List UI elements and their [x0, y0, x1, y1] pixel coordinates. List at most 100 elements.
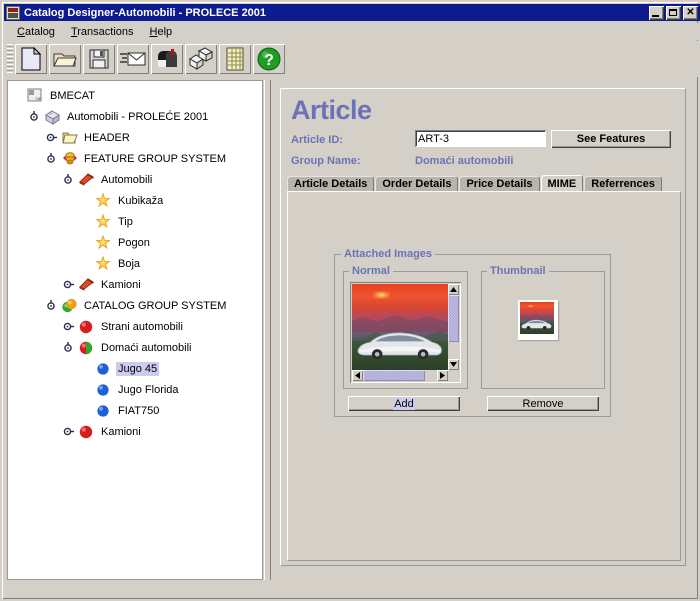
tab-price-details[interactable]: Price Details	[459, 176, 540, 192]
tab-referrences[interactable]: Referrences	[584, 176, 662, 192]
spreadsheet-icon	[225, 47, 245, 71]
new-document-icon	[21, 47, 41, 71]
mail-send-icon	[120, 49, 146, 69]
tree-collapse-handle[interactable]	[46, 152, 59, 165]
normal-image-vscrollbar[interactable]	[448, 284, 459, 370]
save-button[interactable]	[83, 44, 115, 74]
tree-node[interactable]: Pogon	[12, 232, 260, 253]
article-id-input[interactable]	[415, 130, 546, 147]
menu-catalog[interactable]: Catalog	[9, 25, 63, 39]
menu-help-rest: elp	[157, 25, 173, 38]
thumbnail-frame[interactable]	[518, 300, 558, 340]
tree-collapse-handle[interactable]	[63, 173, 76, 186]
tab-order-details[interactable]: Order Details	[375, 176, 459, 192]
scroll-up-button[interactable]	[448, 284, 459, 295]
blue-sphere-icon	[95, 361, 112, 377]
normal-image-group: Normal	[343, 265, 468, 389]
help-button[interactable]: ?	[253, 44, 285, 74]
normal-image-hscrollbar[interactable]	[352, 370, 448, 381]
scroll-down-button[interactable]	[448, 359, 459, 370]
application-window: Catalog Designer-Automobili - PROLECE 20…	[0, 0, 700, 601]
mailbox-button[interactable]	[151, 44, 183, 74]
send-mail-button[interactable]	[117, 44, 149, 74]
tab-article-details[interactable]: Article Details	[287, 176, 375, 192]
tree-node[interactable]: Strani automobili	[12, 316, 260, 337]
group-name-value: Domaći automobili	[415, 155, 514, 167]
scroll-left-button[interactable]	[352, 370, 363, 381]
tree-node-label: FIAT750	[118, 404, 160, 417]
catalog-icon	[44, 109, 61, 125]
open-folder-button[interactable]	[49, 44, 81, 74]
tree-node[interactable]: Boja	[12, 253, 260, 274]
scrollbar-corner	[448, 370, 459, 381]
tree-node[interactable]: Kubikaža	[12, 190, 260, 211]
tree-node[interactable]: FIAT750	[12, 400, 260, 421]
tree-node[interactable]: Jugo 45	[12, 358, 260, 379]
thumbnail-car-photo	[520, 302, 554, 334]
add-image-button[interactable]: Add	[348, 396, 460, 411]
tree-node[interactable]: CATALOG GROUP SYSTEM	[12, 295, 260, 316]
tree-node-label: Automobili	[101, 173, 153, 186]
tree-collapse-handle[interactable]	[63, 341, 76, 354]
normal-car-photo	[352, 284, 448, 370]
boxes-icon	[188, 47, 214, 71]
maximize-button[interactable]	[666, 5, 681, 20]
title-bar: Catalog Designer-Automobili - PROLECE 20…	[4, 4, 700, 21]
red-sphere-icon	[78, 319, 95, 335]
remove-image-button[interactable]: Remove	[487, 396, 599, 411]
minimize-button[interactable]	[649, 5, 664, 20]
tree-pane[interactable]: cat BMECAT Automobili - PROLEĆE 2001 HEADER…	[7, 80, 263, 580]
tree-expand-handle[interactable]	[63, 278, 76, 291]
tree-node-label: HEADER	[84, 131, 130, 144]
menu-transactions-rest: ransactions	[77, 25, 134, 38]
tree-node-label: Kamioni	[101, 278, 141, 291]
tab-mime[interactable]: MIME	[540, 175, 584, 192]
report-button[interactable]	[219, 44, 251, 74]
page-title: Article	[291, 95, 372, 125]
tree-node[interactable]: Automobili	[12, 169, 260, 190]
feature-group-icon	[78, 172, 95, 188]
tree-node[interactable]: Automobili - PROLEĆE 2001	[12, 106, 260, 127]
tree-node[interactable]: FEATURE GROUP SYSTEM	[12, 148, 260, 169]
catalog-tree[interactable]: cat BMECAT Automobili - PROLEĆE 2001 HEADER…	[8, 81, 262, 444]
app-icon	[6, 5, 20, 20]
red-sphere-icon	[78, 424, 95, 440]
star-icon	[95, 234, 112, 251]
group-system-icon	[61, 298, 78, 314]
tree-node[interactable]: Kamioni	[12, 274, 260, 295]
tree-expand-handle[interactable]	[46, 131, 59, 144]
tree-node-label: Domaći automobili	[101, 341, 192, 354]
tree-expand-handle[interactable]	[63, 425, 76, 438]
normal-image-scrollpane[interactable]	[350, 282, 461, 383]
vscroll-thumb[interactable]	[448, 295, 459, 342]
blue-sphere-icon	[95, 382, 112, 398]
tree-expand-handle[interactable]	[63, 320, 76, 333]
tree-node[interactable]: HEADER	[12, 127, 260, 148]
mixed-sphere-icon	[78, 340, 95, 356]
tree-node-label: FEATURE GROUP SYSTEM	[84, 152, 227, 165]
star-icon	[95, 255, 112, 272]
tree-node[interactable]: Tip	[12, 211, 260, 232]
toolbar-grip[interactable]	[7, 44, 13, 74]
tab-strip[interactable]: Article Details Order Details Price Detail…	[287, 175, 681, 192]
menu-transactions[interactable]: Transactions	[63, 25, 142, 39]
group-name-label: Group Name:	[291, 155, 361, 167]
close-button[interactable]: ✕	[683, 5, 698, 20]
tree-node[interactable]: Domaći automobili	[12, 337, 260, 358]
see-features-button[interactable]: See Features	[551, 130, 671, 148]
toolbar: ?	[5, 41, 699, 77]
scroll-right-button[interactable]	[437, 370, 448, 381]
star-icon	[95, 213, 112, 230]
import-export-button[interactable]	[185, 44, 217, 74]
open-folder-icon	[53, 49, 77, 69]
new-document-button[interactable]	[15, 44, 47, 74]
menu-help[interactable]: Help	[142, 25, 181, 39]
hscroll-thumb[interactable]	[363, 370, 425, 381]
tree-collapse-handle[interactable]	[46, 299, 59, 312]
tree-collapse-handle[interactable]	[29, 110, 42, 123]
split-pane-divider[interactable]	[264, 80, 271, 580]
tree-node[interactable]: Kamioni	[12, 421, 260, 442]
tree-node[interactable]: cat BMECAT	[12, 85, 260, 106]
tree-node-label: Boja	[118, 257, 141, 270]
tree-node[interactable]: Jugo Florida	[12, 379, 260, 400]
